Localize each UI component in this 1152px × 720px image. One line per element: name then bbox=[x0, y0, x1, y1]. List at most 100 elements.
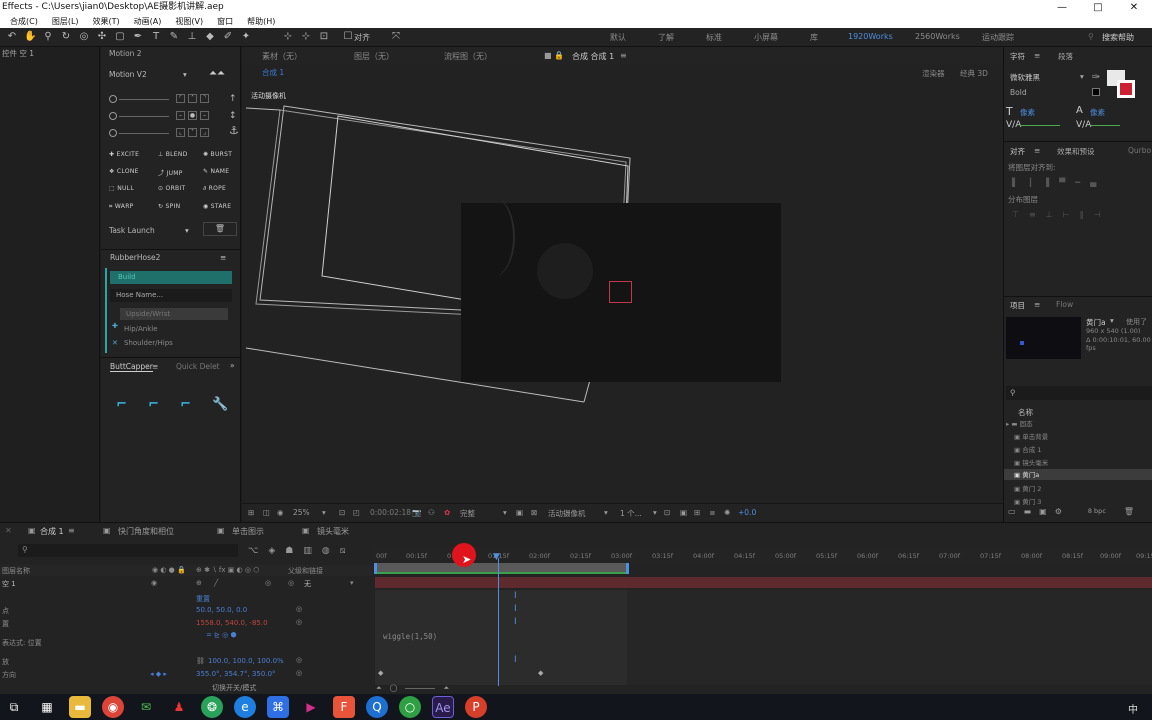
clone-button[interactable]: ❖ CLONE bbox=[109, 168, 139, 175]
layer-duration-bar[interactable] bbox=[375, 577, 1152, 588]
timeline-tab-comp1[interactable]: 合成 1 bbox=[40, 526, 64, 537]
interpret-footage-icon[interactable]: ▭ bbox=[1008, 507, 1016, 520]
menu-help[interactable]: 帮助(H) bbox=[247, 15, 275, 28]
zoom-out-icon[interactable]: ⏶ bbox=[376, 684, 382, 693]
type-tool-icon[interactable]: T bbox=[150, 31, 162, 43]
brush-tool-icon[interactable]: ✎ bbox=[168, 31, 180, 43]
rubberhose-build-button[interactable]: Build bbox=[110, 271, 232, 284]
fit-icon[interactable]: ⊡ bbox=[339, 508, 345, 517]
menu-layer[interactable]: 图层(L) bbox=[52, 15, 79, 28]
hip-ankle-label[interactable]: Hip/Ankle bbox=[124, 325, 158, 333]
keyframe-diamond-icon[interactable]: ◆ bbox=[378, 669, 383, 677]
after-effects-icon[interactable]: Ae bbox=[432, 696, 454, 718]
puppet-tool-icon[interactable]: ✦ bbox=[240, 31, 252, 43]
stare-button[interactable]: ◉ STARE bbox=[203, 203, 231, 210]
font-style-dropdown[interactable]: Bold bbox=[1010, 88, 1027, 97]
wrench-icon[interactable]: 🔧 bbox=[212, 398, 228, 411]
panel-menu-icon[interactable]: ≡ bbox=[620, 51, 627, 60]
distribute-bottom-icon[interactable]: ⊥ bbox=[1046, 210, 1053, 220]
hose-name-input[interactable]: Hose Name... bbox=[110, 289, 232, 302]
panel-menu-icon[interactable]: ≡ bbox=[68, 526, 75, 535]
stamp-tool-icon[interactable]: ⊥ bbox=[186, 31, 198, 43]
playhead-icon[interactable]: ▼ bbox=[493, 552, 500, 562]
new-folder-icon[interactable]: ▬ bbox=[1024, 507, 1032, 520]
reset-link[interactable]: 重置 bbox=[196, 594, 210, 604]
burst-button[interactable]: ✺ BURST bbox=[203, 151, 232, 158]
search-help-label[interactable]: 搜索帮助 bbox=[1102, 32, 1134, 43]
chevron-down-icon[interactable]: ▾ bbox=[604, 508, 608, 517]
panel-menu-icon[interactable]: ≡ bbox=[220, 253, 226, 262]
axis-view-icon[interactable]: ⊡ bbox=[318, 31, 330, 43]
roto-brush-icon[interactable]: ✐ bbox=[222, 31, 234, 43]
current-time-indicator[interactable] bbox=[498, 558, 499, 686]
anchor-icon[interactable]: ⚓ bbox=[229, 124, 239, 137]
rope-button[interactable]: ∂ ROPE bbox=[203, 185, 226, 192]
spin-button[interactable]: ↻ SPIN bbox=[158, 203, 180, 210]
buttcapper-tab[interactable]: ButtCapper bbox=[110, 362, 153, 372]
minimize-button[interactable]: — bbox=[1044, 0, 1080, 15]
motion-version-dropdown[interactable]: Motion V2 bbox=[109, 70, 147, 79]
zoom-slider[interactable]: ⏶ ◯ ⏶ bbox=[376, 684, 449, 693]
shoulder-hips-label[interactable]: Shoulder/Hips bbox=[124, 339, 173, 347]
list-item[interactable]: ▣ 合成 1 bbox=[1014, 444, 1041, 454]
eyedropper-icon[interactable]: ✑ bbox=[1092, 72, 1100, 83]
orbit-button[interactable]: ⊙ ORBIT bbox=[158, 185, 186, 192]
view-layout-dropdown[interactable]: 1 个... bbox=[620, 508, 642, 519]
motion-slider-3[interactable] bbox=[109, 129, 169, 137]
tab-align[interactable]: 对齐 bbox=[1010, 146, 1025, 157]
3d-layer-icon[interactable]: ◎ bbox=[265, 579, 271, 587]
anchor-top-right[interactable]: ⌝ bbox=[200, 94, 209, 103]
parent-pickwhip-icon[interactable]: ◎ bbox=[288, 579, 294, 587]
align-left-icon[interactable]: ▌ bbox=[1012, 178, 1018, 188]
camera-tool-icon[interactable]: ◎ bbox=[78, 31, 90, 43]
draft-3d-icon[interactable]: ◈ bbox=[268, 546, 275, 556]
timeline-tab-lens[interactable]: 镜头毫米 bbox=[317, 526, 349, 537]
comp-mini-flowchart-icon[interactable]: ⌥ bbox=[248, 546, 258, 556]
chevron-down-icon[interactable]: ▾ bbox=[322, 508, 326, 517]
align-bottom-icon[interactable]: ▄ bbox=[1090, 178, 1096, 188]
toggle-switches-modes[interactable]: 切换开关/模式 bbox=[212, 683, 256, 693]
shape-tool-icon[interactable]: ▢ bbox=[114, 31, 126, 43]
orientation-value[interactable]: 355.0°, 354.7°, 350.0° bbox=[196, 670, 276, 678]
app-blue-square-icon[interactable]: ⌘ bbox=[267, 696, 289, 718]
list-item[interactable]: ▸ ▬ 固态 bbox=[1006, 418, 1033, 428]
anchor-bottom-left[interactable]: ⌞ bbox=[176, 128, 185, 137]
align-right-icon[interactable]: ▐ bbox=[1043, 178, 1049, 188]
leading-value[interactable]: 像素 bbox=[1090, 107, 1105, 118]
search-icon[interactable]: ⚲ bbox=[1088, 32, 1094, 41]
panel-menu-icon[interactable]: ≡ bbox=[1034, 51, 1040, 60]
chevron-down-icon[interactable]: ▾ bbox=[503, 508, 507, 517]
tab-project[interactable]: 项目 bbox=[1010, 300, 1025, 311]
null-button[interactable]: ⬚ NULL bbox=[109, 185, 134, 192]
snapshot-icon[interactable]: 📷 bbox=[412, 508, 421, 517]
keyframe-marker[interactable]: I bbox=[514, 655, 517, 665]
chevron-down-icon[interactable]: ▾ bbox=[653, 508, 657, 517]
project-name-column[interactable]: 名称 bbox=[1018, 407, 1033, 418]
snap-checkbox-icon[interactable]: ☐ bbox=[342, 31, 354, 43]
tab-paragraph[interactable]: 段落 bbox=[1058, 51, 1073, 62]
expression-pickwhip-icon[interactable]: ◎ bbox=[296, 605, 302, 613]
powerpoint-icon[interactable]: P bbox=[465, 696, 487, 718]
arrow-up-icon[interactable]: ↑ bbox=[229, 94, 237, 104]
keyframe-marker[interactable]: I bbox=[514, 617, 517, 627]
shy-layer-icon[interactable]: ⊕ bbox=[196, 579, 202, 587]
align-vcenter-icon[interactable]: ━ bbox=[1075, 178, 1080, 188]
layer-row-name[interactable]: 空 1 bbox=[2, 579, 16, 589]
menu-view[interactable]: 视图(V) bbox=[175, 15, 203, 28]
app-circle-icon[interactable]: ○ bbox=[399, 696, 421, 718]
zoom-dropdown[interactable]: 25% bbox=[293, 508, 310, 517]
region-of-interest-icon[interactable]: ▣ bbox=[516, 508, 523, 517]
list-item[interactable]: ▣ 镜头毫米 bbox=[1014, 457, 1048, 467]
more-panels-icon[interactable]: » bbox=[230, 361, 235, 370]
keyframe-marker[interactable]: I bbox=[514, 591, 517, 601]
grid-icon[interactable]: ⊞ bbox=[248, 508, 254, 517]
wechat-icon[interactable]: ✉ bbox=[135, 696, 157, 718]
distribute-right-icon[interactable]: ⊣ bbox=[1094, 210, 1101, 220]
current-timecode[interactable]: 0:00:02:18 bbox=[370, 508, 411, 517]
bpc-label[interactable]: 8 bpc bbox=[1088, 507, 1106, 520]
timeline-tab-click[interactable]: 单击图示 bbox=[232, 526, 264, 537]
anchor-center[interactable]: ● bbox=[188, 111, 197, 120]
timeline-tab-shutter[interactable]: 快门角度和相位 bbox=[118, 526, 174, 537]
app-q-icon[interactable]: Q bbox=[366, 696, 388, 718]
expression-controls-icon[interactable]: = ⊵ ◎ ⬢ bbox=[206, 631, 237, 639]
